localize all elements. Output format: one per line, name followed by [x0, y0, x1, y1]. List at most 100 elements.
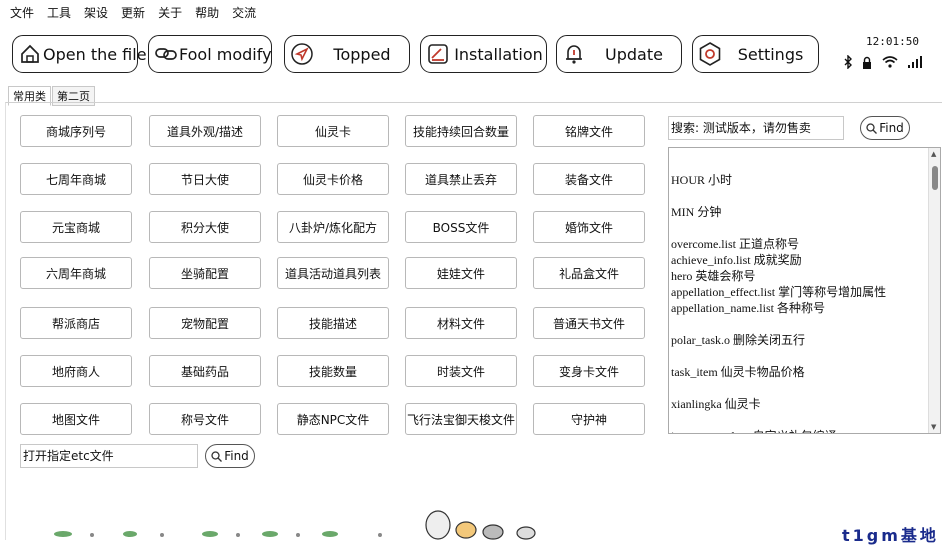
toolbar-button-label: Open the file [43, 44, 147, 64]
file-button[interactable]: 守护神 [533, 403, 645, 435]
menu-item-2[interactable]: 架设 [84, 4, 108, 21]
text-line [671, 380, 926, 396]
scroll-thumb[interactable] [932, 166, 938, 190]
settings-icon [697, 41, 723, 67]
decorative-animals-illustration [54, 510, 536, 540]
toolbar-button-label: Fool modify [179, 44, 272, 64]
text-line: appellation_name.list 各种称号 [671, 301, 825, 315]
file-button[interactable]: 八卦炉/炼化配方 [277, 211, 389, 243]
file-button[interactable]: 七周年商城 [20, 163, 132, 195]
etc-file-input[interactable]: 打开指定etc文件 [20, 444, 198, 468]
text-line: MIN 分钟 [671, 205, 722, 219]
toolbar-button-label: Update [605, 44, 663, 64]
home-icon [17, 41, 43, 67]
file-button[interactable]: 变身卡文件 [533, 355, 645, 387]
text-line: appellation_effect.list 掌门等称号增加属性 [671, 285, 887, 299]
text-line [671, 188, 926, 204]
file-button[interactable]: 材料文件 [405, 307, 517, 339]
file-button[interactable]: 地府商人 [20, 355, 132, 387]
menu-bar: 文件 工具 架设 更新 关于 帮助 交流 [0, 0, 942, 24]
menu-item-1[interactable]: 工具 [47, 4, 71, 21]
file-button[interactable]: 道具活动道具列表 [277, 257, 389, 289]
file-button[interactable]: 地图文件 [20, 403, 132, 435]
text-line: achieve_info.list 成就奖励 [671, 253, 802, 267]
text-line [671, 316, 926, 332]
search-icon [866, 122, 878, 134]
menu-item-6[interactable]: 交流 [232, 4, 256, 21]
file-button[interactable]: 静态NPC文件 [277, 403, 389, 435]
navigation-icon [289, 41, 315, 67]
file-button[interactable]: 帮派商店 [20, 307, 132, 339]
menu-item-4[interactable]: 关于 [158, 4, 182, 21]
file-button[interactable]: 飞行法宝御天梭文件 [405, 403, 517, 435]
file-button[interactable]: 技能描述 [277, 307, 389, 339]
file-button[interactable]: 商城序列号 [20, 115, 132, 147]
file-button[interactable]: 铭牌文件 [533, 115, 645, 147]
text-line: polar_task.o 删除关闭五行 [671, 333, 805, 347]
menu-item-3[interactable]: 更新 [121, 4, 145, 21]
file-button[interactable]: 宠物配置 [149, 307, 261, 339]
file-button[interactable]: 技能数量 [277, 355, 389, 387]
signal-icon [908, 56, 922, 68]
file-button[interactable]: 婚饰文件 [533, 211, 645, 243]
file-button[interactable]: 装备文件 [533, 163, 645, 195]
file-button[interactable]: 普通天书文件 [533, 307, 645, 339]
text-line [671, 220, 926, 236]
file-button[interactable]: 积分大使 [149, 211, 261, 243]
text-line: task_item 仙灵卡物品价格 [671, 365, 805, 379]
file-button[interactable]: 道具禁止丢弃 [405, 163, 517, 195]
bell-icon [561, 41, 587, 67]
search-find-button[interactable]: Find [860, 116, 910, 140]
file-button[interactable]: 元宝商城 [20, 211, 132, 243]
file-button[interactable]: 礼品盒文件 [533, 257, 645, 289]
home-toolbar-button[interactable]: Open the file [12, 35, 147, 73]
file-button[interactable]: 六周年商城 [20, 257, 132, 289]
file-button[interactable]: 坐骑配置 [149, 257, 261, 289]
scrollbar[interactable]: ▲ ▼ [928, 148, 940, 433]
text-line: item_temp_desc 自定义礼包编译 [671, 428, 926, 433]
toolbar-button-label: Settings [737, 44, 804, 64]
text-line [671, 348, 926, 364]
menu-item-0[interactable]: 文件 [10, 4, 34, 21]
install-toolbar-button[interactable]: Installation [420, 35, 547, 73]
etc-find-button[interactable]: Find [205, 444, 255, 468]
bell-toolbar-button[interactable]: Update [556, 35, 682, 73]
text-line: overcome.list 正道点称号 [671, 237, 799, 251]
settings-toolbar-button[interactable]: Settings [692, 35, 819, 73]
file-button[interactable]: 时装文件 [405, 355, 517, 387]
scroll-up-arrow[interactable]: ▲ [931, 150, 936, 158]
brand-watermark: t1gm基地 [842, 526, 939, 545]
notes-textbox[interactable]: HOUR 小时 MIN 分钟 overcome.list 正道点称号 achieve_… [668, 147, 941, 434]
file-button[interactable]: 基础药品 [149, 355, 261, 387]
status-icons [844, 55, 922, 69]
toolbar-button-label: Installation [454, 44, 543, 64]
find-label: Find [879, 121, 904, 135]
lock-icon [863, 56, 871, 69]
link-icon [153, 41, 179, 67]
file-button[interactable]: BOSS文件 [405, 211, 517, 243]
find-label: Find [224, 449, 249, 463]
link-toolbar-button[interactable]: Fool modify [148, 35, 272, 73]
file-button[interactable]: 仙灵卡 [277, 115, 389, 147]
text-line: hero 英雄会称号 [671, 269, 756, 283]
wifi-icon [882, 56, 898, 68]
text-line [671, 412, 926, 428]
clock: 12:01:50 [866, 35, 919, 48]
file-button[interactable]: 道具外观/描述 [149, 115, 261, 147]
scroll-down-arrow[interactable]: ▼ [931, 423, 936, 431]
menu-item-5[interactable]: 帮助 [195, 4, 219, 21]
file-button[interactable]: 节日大使 [149, 163, 261, 195]
text-line: HOUR 小时 [671, 173, 733, 187]
navigation-toolbar-button[interactable]: Topped [284, 35, 410, 73]
file-button[interactable]: 称号文件 [149, 403, 261, 435]
file-button[interactable]: 技能持续回合数量 [405, 115, 517, 147]
file-button[interactable]: 仙灵卡价格 [277, 163, 389, 195]
toolbar-button-label: Topped [333, 44, 391, 64]
install-icon [425, 41, 451, 67]
toolbar: Open the file Fool modify Topped Installati… [0, 35, 942, 75]
text-line [671, 156, 926, 172]
search-icon [211, 450, 223, 462]
search-input[interactable]: 搜索: 测试版本，请勿售卖 [668, 116, 844, 140]
text-line: xianlingka 仙灵卡 [671, 397, 761, 411]
file-button[interactable]: 娃娃文件 [405, 257, 517, 289]
